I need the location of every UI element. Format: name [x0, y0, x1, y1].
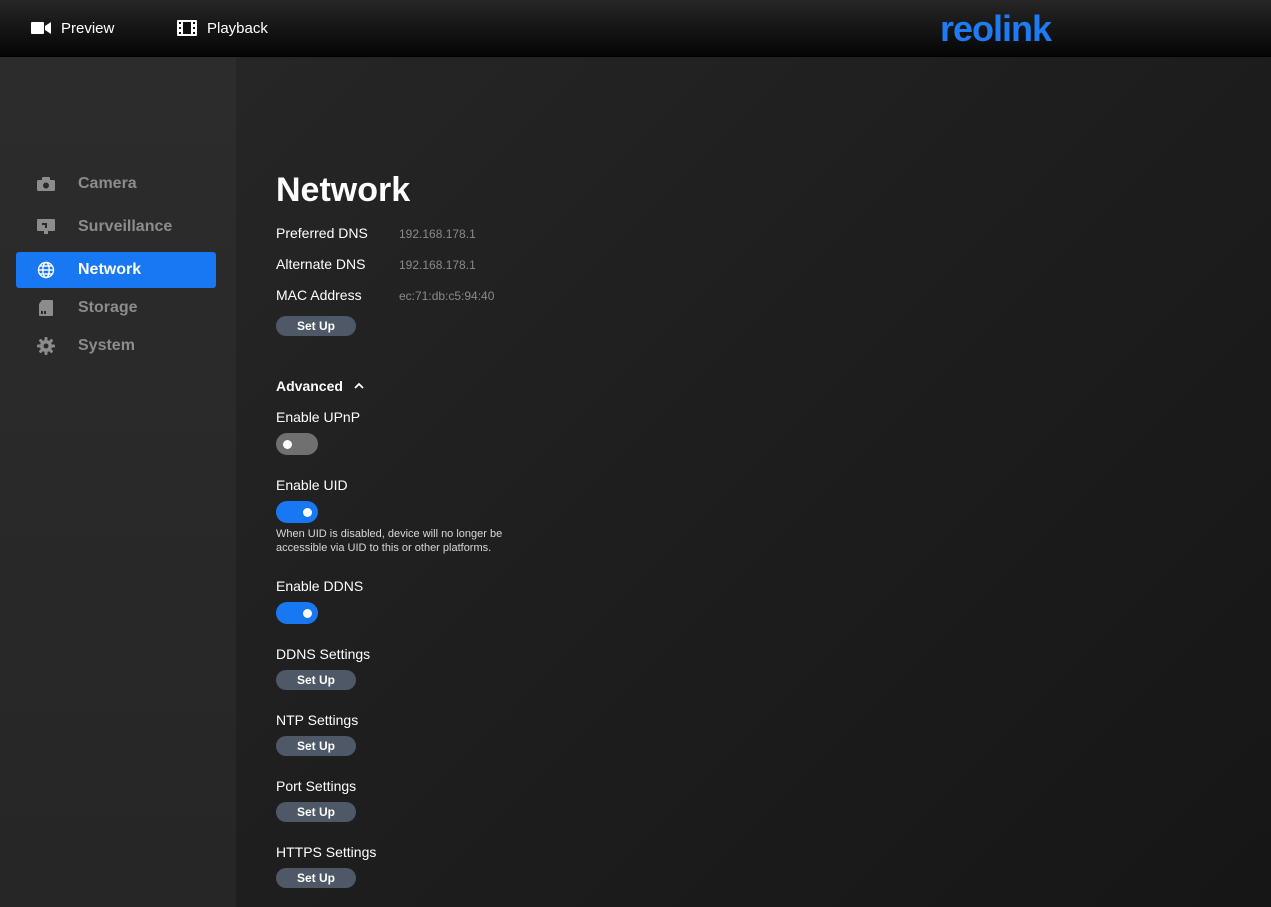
- toggle-knob: [283, 440, 292, 449]
- top-bar: Preview Playback reolink: [0, 0, 1271, 57]
- advanced-section-toggle[interactable]: Advanced: [276, 378, 365, 394]
- uid-hint-text: When UID is disabled, device will no lon…: [276, 528, 503, 554]
- preview-button[interactable]: Preview: [31, 18, 114, 38]
- advanced-header: Advanced: [276, 378, 343, 394]
- uid-toggle[interactable]: [276, 501, 318, 523]
- monitor-icon: [36, 217, 56, 237]
- sidebar-item-surveillance[interactable]: Surveillance: [16, 209, 216, 245]
- toggle-knob: [303, 609, 312, 618]
- video-camera-icon: [31, 22, 51, 34]
- sidebar-item-network[interactable]: Network: [16, 252, 216, 288]
- sidebar-item-storage[interactable]: Storage: [16, 290, 216, 326]
- port-settings-label: Port Settings: [276, 778, 357, 794]
- sidebar-item-label: System: [78, 337, 135, 354]
- ddns-setup-button[interactable]: Set Up: [276, 670, 356, 690]
- film-icon: [177, 20, 197, 36]
- camera-icon: [36, 174, 56, 194]
- chevron-up-icon: [354, 382, 364, 389]
- https-settings-label: HTTPS Settings: [276, 844, 377, 860]
- gear-icon: [36, 336, 56, 356]
- upnp-label: Enable UPnP: [276, 409, 361, 425]
- uid-label: Enable UID: [276, 477, 348, 493]
- ddns-label: Enable DDNS: [276, 578, 364, 594]
- playback-label: Playback: [207, 19, 268, 37]
- mac-address-label: MAC Address: [276, 287, 362, 303]
- toggle-knob: [303, 508, 312, 517]
- sidebar-item-label: Network: [78, 261, 142, 278]
- network-setup-button[interactable]: Set Up: [276, 316, 356, 336]
- preferred-dns-label: Preferred DNS: [276, 225, 368, 241]
- ddns-toggle[interactable]: [276, 602, 318, 624]
- https-setup-button[interactable]: Set Up: [276, 868, 356, 888]
- mac-address-value: ec:71:db:c5:94:40: [399, 289, 495, 303]
- sidebar-item-label: Storage: [78, 299, 138, 316]
- sd-card-icon: [36, 298, 56, 318]
- page-title: Network: [276, 171, 411, 209]
- main-content: Network Preferred DNS 192.168.178.1 Alte…: [236, 57, 1271, 907]
- reolink-logo: reolink: [940, 11, 1054, 47]
- ntp-setup-button[interactable]: Set Up: [276, 736, 356, 756]
- alternate-dns-label: Alternate DNS: [276, 256, 366, 272]
- svg-text:reolink: reolink: [940, 11, 1053, 47]
- alternate-dns-value: 192.168.178.1: [399, 258, 476, 272]
- sidebar: Camera Surveillance Network Storage Syst…: [0, 57, 236, 907]
- port-setup-button[interactable]: Set Up: [276, 802, 356, 822]
- preferred-dns-value: 192.168.178.1: [399, 227, 476, 241]
- sidebar-item-camera[interactable]: Camera: [16, 166, 216, 202]
- sidebar-item-system[interactable]: System: [16, 328, 216, 364]
- upnp-toggle[interactable]: [276, 433, 318, 455]
- sidebar-item-label: Surveillance: [78, 218, 173, 235]
- ddns-settings-label: DDNS Settings: [276, 646, 371, 662]
- ntp-settings-label: NTP Settings: [276, 712, 359, 728]
- sidebar-item-label: Camera: [78, 175, 137, 192]
- preview-label: Preview: [61, 19, 115, 37]
- globe-icon: [36, 260, 56, 280]
- playback-button[interactable]: Playback: [177, 18, 268, 38]
